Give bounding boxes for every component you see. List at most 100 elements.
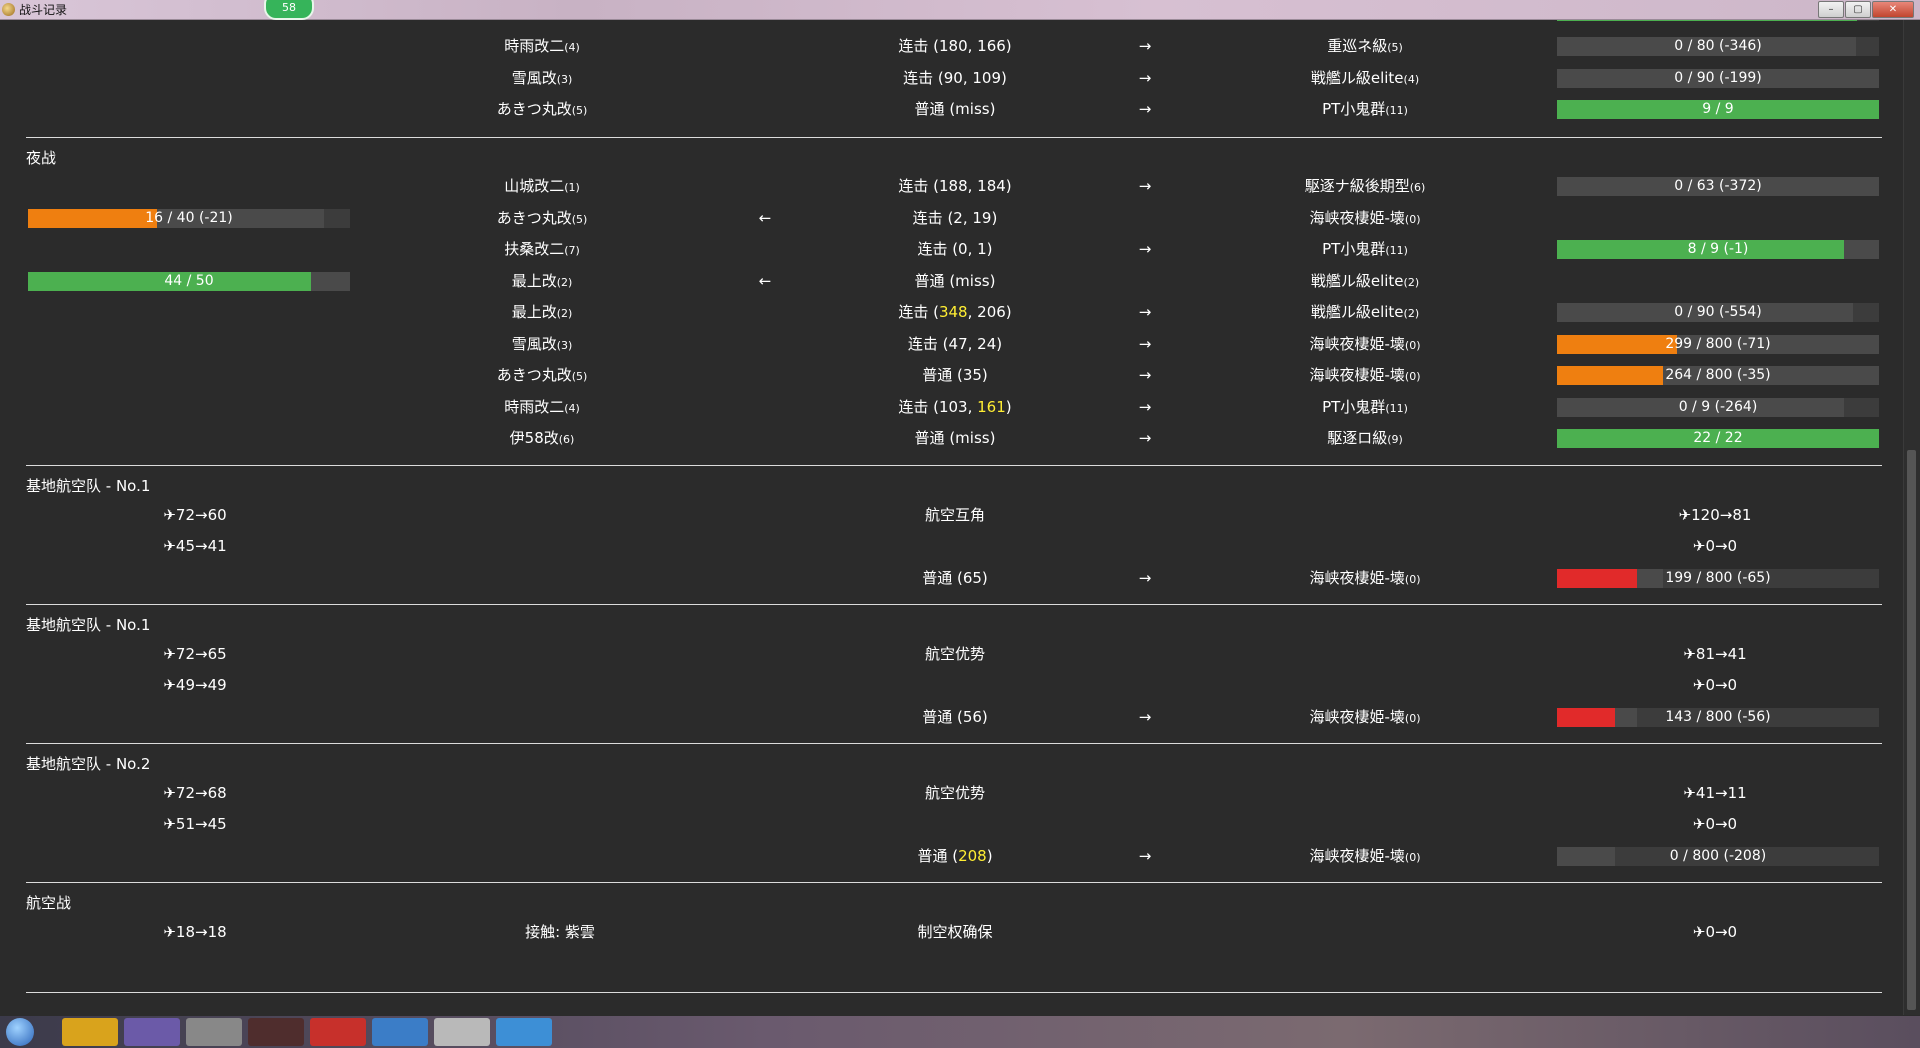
right-arrow-icon: → (1138, 569, 1152, 587)
hp-bar: 0 / 90 (-554) (1557, 303, 1879, 322)
friendly-aircraft-count: ✈72→65 (163, 645, 227, 663)
attacker-name-index: (1) (564, 181, 580, 194)
attack-row: 雪風改(3) 连击 (90, 109) → 戦艦ル級elite(4) 0 / 90 (-… (0, 65, 1904, 91)
air-state: 航空优势 (924, 784, 985, 802)
attack-row: 最上改(2) 普通 (miss) ← 戦艦ル級elite(2) 44 / 50 (0, 268, 1904, 294)
hp-bar: 143 / 800 (-56) (1557, 708, 1879, 727)
taskbar-item[interactable] (186, 1018, 242, 1046)
defender-name-text: 海峡夜棲姫-壊 (1309, 847, 1405, 865)
attack-row: 普通 (65) → 海峡夜棲姫-壊(0) 199 / 800 (-65) (0, 565, 1904, 591)
attacker-name-text: 雪風改 (511, 334, 557, 353)
hp-bar: 0 / 63 (-372) (1557, 177, 1879, 196)
taskbar-item[interactable] (434, 1018, 490, 1046)
taskbar-item[interactable] (496, 1018, 552, 1046)
hp-bar: 0 / 90 (-199) (1557, 68, 1879, 88)
defender-name-index: (11) (1385, 401, 1408, 415)
attack-text: 连击 (180, 166) (898, 37, 1012, 55)
attacker-name-text: あきつ丸改 (496, 366, 572, 384)
minimize-icon[interactable]: – (1818, 1, 1844, 18)
section-divider (26, 882, 1882, 883)
friendly-aircraft-count: ✈45→41 (163, 537, 227, 555)
right-arrow-icon: → (1138, 366, 1152, 384)
right-arrow-icon: → (1138, 303, 1152, 321)
attack-text-end: ) (986, 847, 993, 865)
attacker-name-index: (5) (571, 104, 588, 117)
attacker-name: 雪風改(3) (442, 331, 642, 357)
hp-bar: 0 / 80 (-346) (1557, 37, 1879, 56)
defender-name-index: (4) (1403, 72, 1420, 86)
section-divider (26, 465, 1882, 466)
right-arrow-icon: → (1138, 429, 1152, 447)
defender-name: 駆逐ナ級後期型(6) (1265, 173, 1465, 199)
attack-result: 普通 (miss) (860, 96, 1050, 122)
defender-name: 海峡夜棲姫-壊(0) (1265, 565, 1465, 591)
attack-row: 時雨改二(4) 连击 (180, 166) → 重巡ネ級(5) 0 / 80 (-346… (0, 33, 1904, 59)
attacker-name-text: あきつ丸改 (496, 208, 572, 227)
attacker-name: 時雨改二(4) (442, 33, 642, 59)
attacker-name-text: 時雨改二 (504, 37, 565, 55)
hp-text: 0 / 90 (-554) (1674, 304, 1762, 320)
enemy-aircraft-count: ✈41→11 (1683, 784, 1747, 802)
attack-result: 普通 (miss) (860, 425, 1050, 451)
taskbar-item[interactable] (372, 1018, 428, 1046)
scroll-thumb[interactable] (1907, 450, 1916, 1010)
contact-info: 接触: 紫雲 (525, 923, 595, 941)
taskbar-item[interactable] (310, 1018, 366, 1046)
defender-name-text: 戦艦ル級elite (1310, 271, 1404, 290)
level-badge: 58 (264, 0, 314, 20)
defender-name-text: PT小鬼群 (1322, 240, 1386, 258)
attack-result: 连击 (348, 206) (860, 299, 1050, 325)
section-divider (26, 992, 1882, 993)
attacker-name-index: (5) (571, 212, 588, 226)
attack-row: あきつ丸改(5) 普通 (35) → 海峡夜棲姫-壊(0) 264 / 800 (-35… (0, 362, 1904, 388)
attack-text: 连击 (2, 19) (912, 208, 998, 227)
attack-text-end: ) (1005, 397, 1012, 416)
attacker-name-index: (2) (556, 275, 573, 289)
defender-name-index: (5) (1387, 41, 1403, 54)
air-state: 制空权确保 (917, 923, 993, 941)
attacker-name: 時雨改二(4) (442, 394, 642, 420)
window-titlebar[interactable]: 战斗记录 58 – ▢ ✕ (0, 0, 1920, 20)
hp-text: 0 / 80 (-346) (1674, 38, 1762, 54)
attacker-name-index: (3) (556, 72, 573, 86)
section-title: 夜战 (26, 149, 57, 167)
attack-result: 普通 (35) (860, 362, 1050, 388)
right-arrow-icon: → (1138, 177, 1152, 195)
attack-text: 连击 (90, 109) (903, 68, 1007, 87)
section-title: 基地航空队 - No.1 (26, 616, 151, 634)
maximize-icon[interactable]: ▢ (1845, 1, 1871, 18)
taskbar-item[interactable] (62, 1018, 118, 1046)
hp-fill (1557, 20, 1857, 21)
hp-text: 143 / 800 (-56) (1665, 709, 1771, 725)
attack-row: 普通 (208) → 海峡夜棲姫-壊(0) 0 / 800 (-208) (0, 843, 1904, 869)
section-title: 航空战 (26, 894, 72, 912)
taskbar-item[interactable] (124, 1018, 180, 1046)
attack-text: 普通 (miss) (914, 429, 996, 447)
defender-name-text: 重巡ネ級 (1327, 37, 1388, 55)
friendly-aircraft-count: ✈51→45 (163, 815, 227, 833)
vertical-scrollbar[interactable] (1903, 20, 1920, 1015)
taskbar-item[interactable] (248, 1018, 304, 1046)
attack-result: 普通 (208) (860, 843, 1050, 869)
attack-result: 连击 (103, 161) (860, 394, 1050, 420)
start-button[interactable] (6, 1018, 34, 1046)
critical-damage: 208 (958, 847, 987, 865)
attacker-name: 最上改(2) (442, 268, 642, 294)
attack-row: 普通 (56) → 海峡夜棲姫-壊(0) 143 / 800 (-56) (0, 704, 1904, 730)
hp-text: 299 / 800 (-71) (1665, 335, 1771, 352)
attack-row: 雪風改(3) 连击 (47, 24) → 海峡夜棲姫-壊(0) 299 / 800 (-… (0, 331, 1904, 357)
attacker-name: 山城改二(1) (442, 173, 642, 199)
attacker-name-text: 伊58改 (509, 429, 559, 447)
hp-text: 16 / 40 (-21) (145, 209, 233, 226)
close-icon[interactable]: ✕ (1872, 1, 1914, 18)
critical-damage: 348 (938, 303, 968, 321)
defender-name-index: (11) (1385, 104, 1408, 117)
defender-name: 戦艦ル級elite(4) (1265, 65, 1465, 91)
right-arrow-icon: → (1138, 37, 1152, 55)
defender-name: 海峡夜棲姫-壊(0) (1265, 205, 1465, 231)
attack-text: 普通 (miss) (914, 100, 996, 118)
defender-name: PT小鬼群(11) (1265, 96, 1465, 122)
attack-text: 普通 (35) (922, 366, 988, 384)
attack-row: あきつ丸改(5) 连击 (2, 19) ← 海峡夜棲姫-壊(0) 16 / 40 (-2… (0, 205, 1904, 231)
attack-result: 连击 (90, 109) (860, 65, 1050, 91)
